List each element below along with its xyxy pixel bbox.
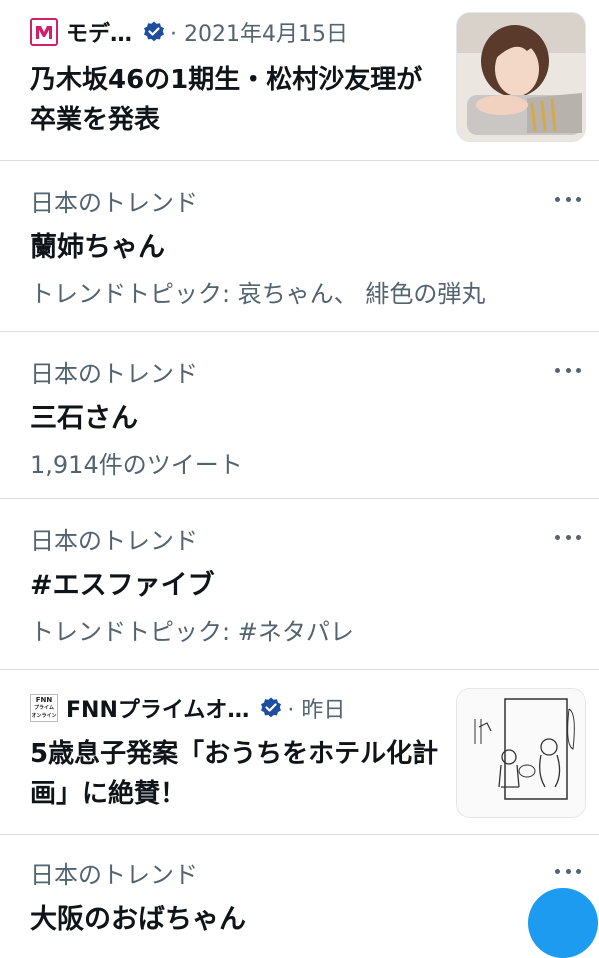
compose-tweet-icon[interactable] xyxy=(528,888,598,958)
trend-item[interactable]: 日本のトレンド #エスファイブ トレンドトピック: #ネタパレ xyxy=(0,499,599,669)
more-icon[interactable] xyxy=(555,195,581,203)
trend-item[interactable]: 日本のトレンド 蘭姉ちゃん トレンドトピック: 哀ちゃん、 緋色の弾丸 xyxy=(0,161,599,331)
news-source-name[interactable]: モデ… xyxy=(66,16,132,48)
news-headline[interactable]: 乃木坂46の1期生・松村沙友理が卒業を発表 xyxy=(30,60,440,140)
news-item[interactable]: FNN プライム オンライン FNNプライムオ… · 昨日 5歳息子発案「おうちをホ… xyxy=(0,670,599,834)
trend-title[interactable]: #エスファイブ xyxy=(30,563,215,602)
trend-meta: トレンドトピック: #ネタパレ xyxy=(30,618,354,646)
trend-item[interactable]: 日本のトレンド 大阪のおばちゃん xyxy=(0,835,599,935)
trend-meta: トレンドトピック: 哀ちゃん、 緋色の弾丸 xyxy=(30,280,486,308)
more-icon[interactable] xyxy=(555,533,581,541)
explore-feed: モデ… · 2021年4月15日 乃木坂46の1期生・松村沙友理が卒業を発表 日… xyxy=(0,0,599,958)
news-thumbnail[interactable] xyxy=(456,12,586,142)
news-headline[interactable]: 5歳息子発案「おうちをホテル化計画」に絶賛！ xyxy=(30,734,440,814)
verified-badge-icon xyxy=(142,20,166,44)
trend-context: 日本のトレンド xyxy=(30,861,198,889)
news-timestamp: · 2021年4月15日 xyxy=(170,22,348,47)
news-source-name[interactable]: FNNプライムオ… xyxy=(66,692,249,724)
trend-title[interactable]: 蘭姉ちゃん xyxy=(30,225,165,264)
news-thumbnail[interactable] xyxy=(456,688,586,818)
modelpress-logo-icon xyxy=(30,18,58,46)
trend-context: 日本のトレンド xyxy=(30,360,198,388)
trend-context: 日本のトレンド xyxy=(30,527,198,555)
fnn-logo-icon: FNN プライム オンライン xyxy=(30,694,58,722)
trend-title[interactable]: 大阪のおばちゃん xyxy=(30,897,246,936)
trend-title[interactable]: 三石さん xyxy=(30,396,138,435)
news-source-row: FNN プライム オンライン FNNプライムオ… · 昨日 xyxy=(30,692,345,724)
news-source-row: モデ… · 2021年4月15日 xyxy=(30,16,348,48)
tweet-count: 1,914件のツイート xyxy=(30,451,243,479)
trend-item[interactable]: 日本のトレンド 三石さん 1,914件のツイート xyxy=(0,332,599,498)
news-timestamp: · 昨日 xyxy=(287,698,346,723)
verified-badge-icon xyxy=(259,696,283,720)
trend-context: 日本のトレンド xyxy=(30,189,198,217)
more-icon[interactable] xyxy=(555,366,581,374)
more-icon[interactable] xyxy=(555,867,581,875)
news-item[interactable]: モデ… · 2021年4月15日 乃木坂46の1期生・松村沙友理が卒業を発表 xyxy=(0,0,599,160)
